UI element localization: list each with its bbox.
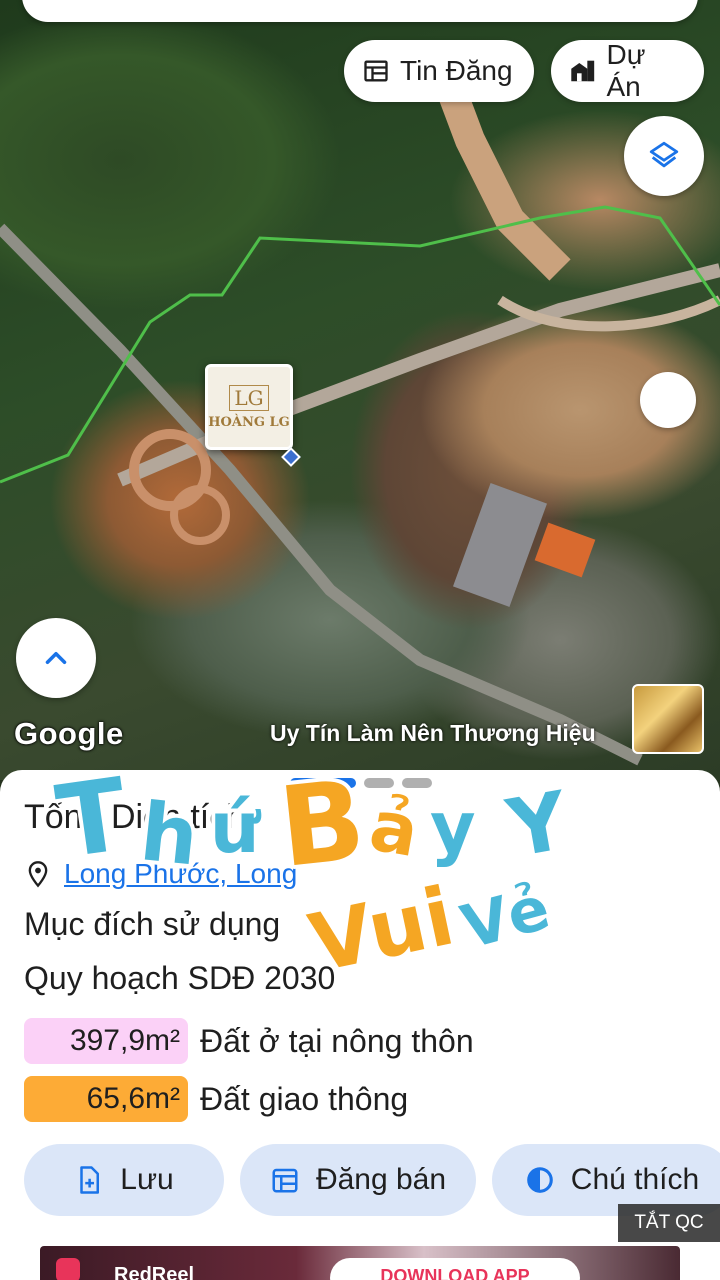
marker-logo: LG	[229, 384, 269, 411]
save-label: Lưu	[120, 1163, 174, 1196]
land-use-label: Đất giao thông	[200, 1080, 409, 1117]
page-dot	[364, 778, 394, 788]
plan-text: Quy hoạch SDĐ 2030	[24, 960, 336, 996]
calendar-icon	[272, 1168, 298, 1193]
watermark-text: Uy Tín Làm Nên Thương Hiệu	[270, 720, 596, 746]
file-add-icon	[80, 1166, 100, 1194]
purpose-text: Mục đích sử dụng	[24, 906, 281, 942]
legend-label: Chú thích	[570, 1163, 700, 1196]
chevron-up-icon	[45, 651, 67, 665]
map-roads	[0, 54, 720, 766]
page-dot	[402, 778, 432, 788]
app-logo-icon	[56, 1258, 80, 1280]
ad-thumbnail[interactable]	[632, 684, 704, 754]
action-bar: Lưu Đăng bán Chú thích	[24, 1144, 720, 1216]
land-use-label: Đất ở tại nông thôn	[200, 1022, 474, 1059]
google-logo: Google	[14, 716, 124, 751]
download-app-button[interactable]: DOWNLOAD APP	[330, 1258, 580, 1280]
marker-name: HOÀNG LG	[208, 414, 290, 430]
post-sale-label: Đăng bán	[315, 1163, 447, 1196]
listing-icon	[364, 60, 388, 82]
expand-up-button[interactable]	[16, 618, 96, 698]
land-use-row: 397,9m² Đất ở tại nông thôn	[24, 1018, 474, 1064]
location-pin-icon	[28, 861, 48, 888]
agency-marker[interactable]: LG HOÀNG LG	[205, 364, 293, 450]
area-badge: 397,9m²	[24, 1018, 188, 1064]
building-icon	[571, 60, 595, 82]
page-indicator	[290, 778, 432, 788]
save-button[interactable]: Lưu	[24, 1144, 224, 1216]
post-sale-button[interactable]: Đăng bán	[240, 1144, 476, 1216]
location-row: Long Phước, Long	[24, 858, 297, 890]
info-sheet: Tổng Diện tích Long Phước, Long Mục đích…	[0, 770, 720, 1280]
ad-banner[interactable]: RedReel DOWNLOAD APP	[40, 1246, 680, 1280]
tin-dang-button[interactable]: Tin Đăng	[344, 40, 534, 102]
du-an-label: Dự Án	[606, 39, 646, 102]
tin-dang-label: Tin Đăng	[400, 55, 513, 86]
close-ads-button[interactable]: TẮT QC	[618, 1204, 720, 1242]
map-side-handle[interactable]	[640, 372, 696, 428]
sheet-title: Tổng Diện tích	[24, 798, 246, 836]
page-dot-active	[290, 778, 356, 788]
area-badge: 65,6m²	[24, 1076, 188, 1122]
map-view[interactable]: Tin Đăng Dự Án LG HOÀNG LG Google Uy Tín…	[0, 0, 720, 780]
land-use-row: 65,6m² Đất giao thông	[24, 1076, 408, 1122]
ad-app-name: RedReel	[114, 1264, 195, 1280]
du-an-button[interactable]: Dự Án	[551, 39, 704, 102]
contrast-icon	[526, 1167, 553, 1193]
location-link[interactable]: Long Phước, Long	[64, 858, 297, 890]
layers-button[interactable]	[624, 116, 704, 196]
layers-icon	[649, 141, 679, 168]
search-bar[interactable]	[22, 0, 698, 22]
